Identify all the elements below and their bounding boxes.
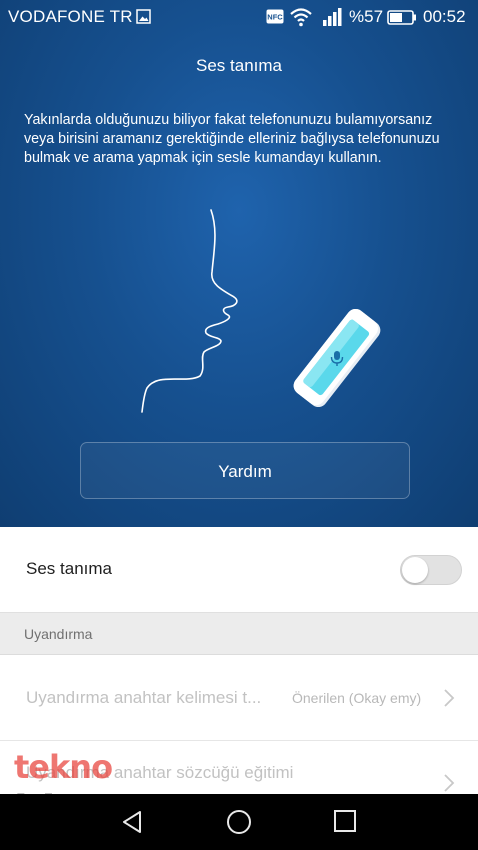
voice-recognition-toggle[interactable] bbox=[400, 555, 462, 585]
wake-section-label: Uyandırma bbox=[24, 626, 93, 642]
voice-intro-panel: VODAFONE TR NFC %57 00:52 Ses tanıma Yak… bbox=[0, 0, 478, 527]
chevron-right-icon bbox=[444, 774, 455, 792]
wake-keyword-label: Uyandırma anahtar kelimesi t... bbox=[26, 688, 262, 707]
carrier-name: VODAFONE TR bbox=[8, 7, 133, 26]
wake-keyword-value: Önerilen (Okay emy) bbox=[292, 690, 422, 706]
intro-description: Yakınlarda olduğunuzu biliyor fakat tele… bbox=[24, 112, 440, 166]
clock: 00:52 bbox=[423, 7, 466, 26]
signal-icon bbox=[322, 7, 344, 32]
battery-icon bbox=[387, 10, 417, 30]
status-bar: VODAFONE TR NFC %57 00:52 bbox=[0, 0, 478, 34]
wake-section-header: Uyandırma bbox=[0, 613, 478, 655]
back-icon[interactable] bbox=[120, 809, 146, 835]
battery-percent: %57 bbox=[349, 7, 384, 26]
chevron-right-icon bbox=[444, 689, 455, 707]
image-notification-icon bbox=[136, 9, 151, 29]
page-title: Ses tanıma bbox=[196, 56, 282, 75]
wifi-icon bbox=[289, 7, 313, 32]
recent-apps-icon[interactable] bbox=[333, 809, 357, 833]
toggle-knob bbox=[402, 557, 428, 583]
watermark-line1: tekno bbox=[14, 748, 112, 786]
navigation-bar bbox=[0, 794, 478, 850]
nfc-icon: NFC bbox=[266, 9, 284, 29]
face-and-phone-illustration bbox=[141, 209, 381, 413]
home-icon[interactable] bbox=[226, 809, 252, 835]
wake-keyword-row[interactable]: Uyandırma anahtar kelimesi t... Önerilen… bbox=[0, 655, 478, 741]
nfc-label: NFC bbox=[267, 13, 283, 22]
voice-recognition-label: Ses tanıma bbox=[26, 559, 112, 578]
help-button[interactable]: Yardım bbox=[80, 442, 410, 499]
